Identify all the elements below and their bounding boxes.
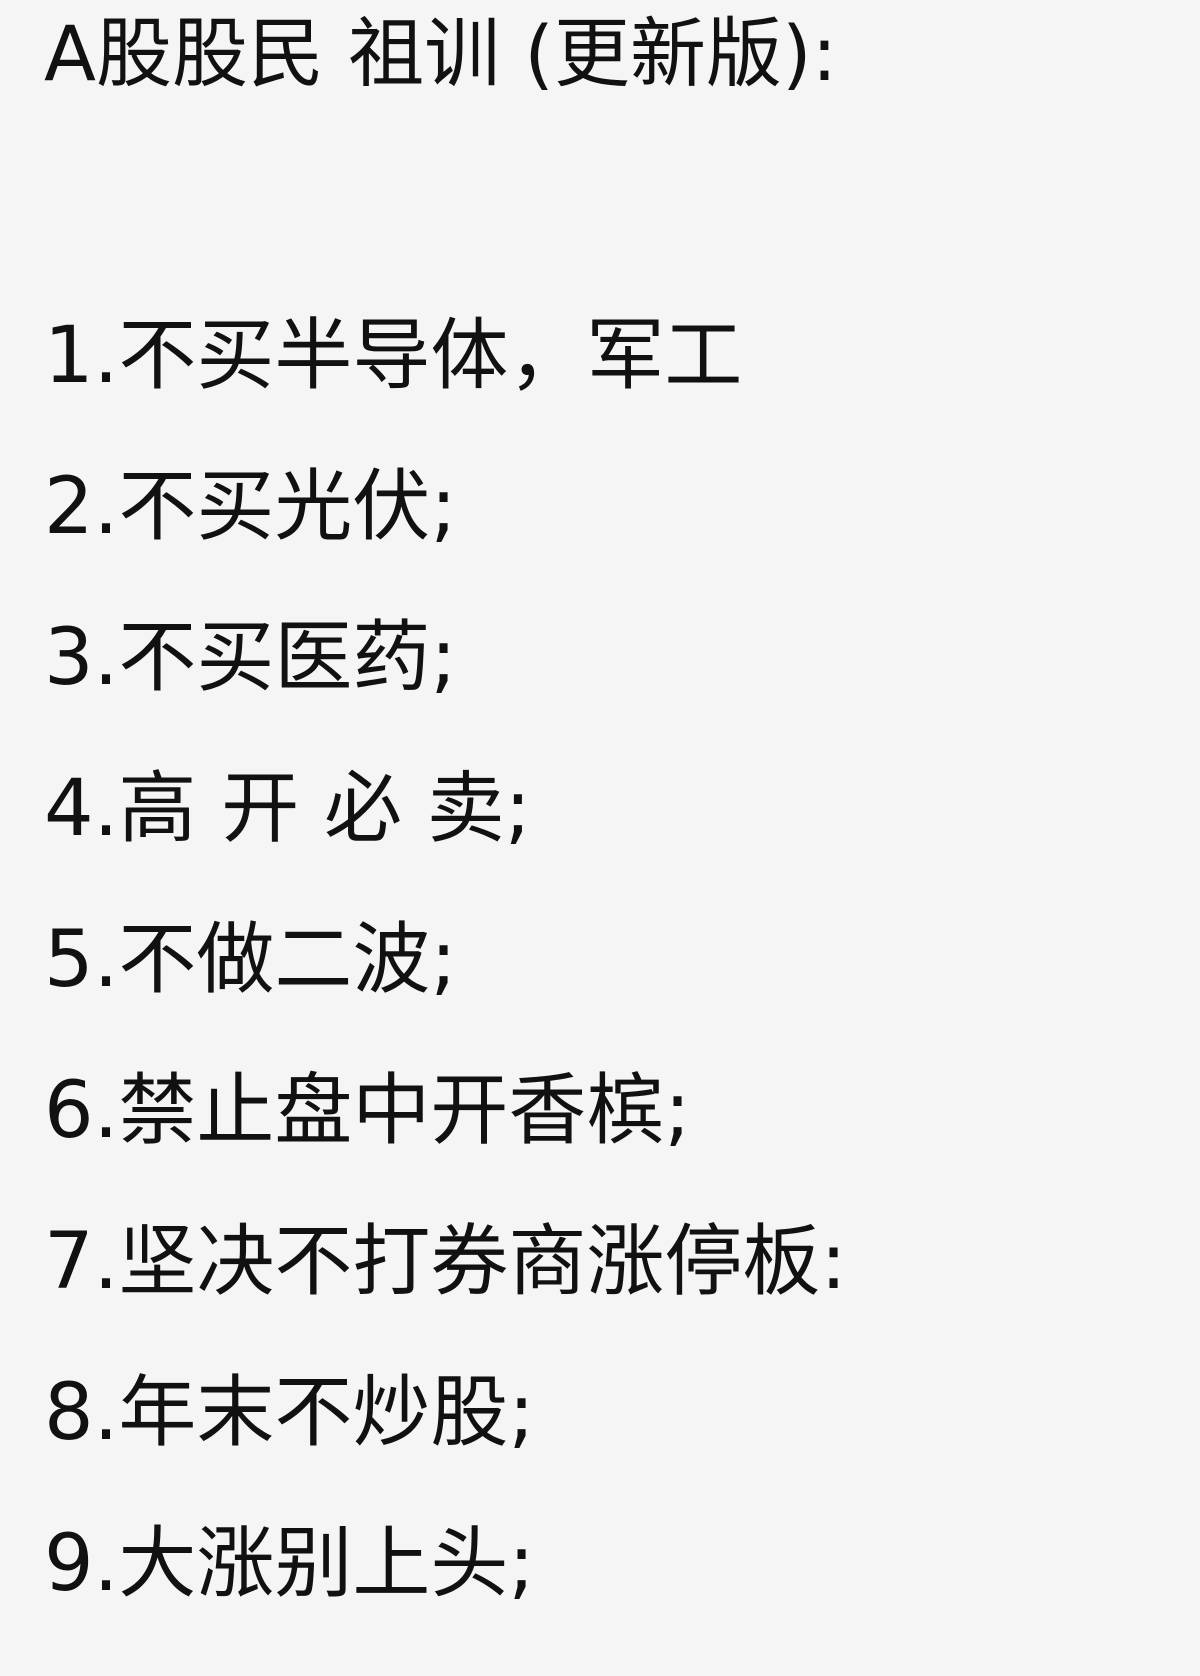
rule-item-4: 4.高 开 必 卖; (44, 764, 532, 854)
rule-item-7: 7.坚决不打券商涨停板: (44, 1217, 847, 1307)
page-title: A股股民 祖训 (更新版): (44, 9, 838, 98)
rule-item-2: 2.不买光伏; (44, 462, 457, 552)
rule-item-8: 8.年末不炒股; (44, 1368, 535, 1458)
rules-list: 1.不买半导体，军工 2.不买光伏; 3.不买医药; 4.高 开 必 卖; 5.… (44, 306, 847, 1665)
rule-item-5: 5.不做二波; (44, 915, 457, 1005)
rule-item-6: 6.禁止盘中开香槟; (44, 1066, 691, 1156)
rule-item-1: 1.不买半导体，军工 (44, 311, 743, 401)
note-page: A股股民 祖训 (更新版): 1.不买半导体，军工 2.不买光伏; 3.不买医药… (0, 0, 1200, 1676)
rule-item-3: 3.不买医药; (44, 613, 457, 703)
rule-item-9: 9.大涨别上头; (44, 1519, 535, 1609)
